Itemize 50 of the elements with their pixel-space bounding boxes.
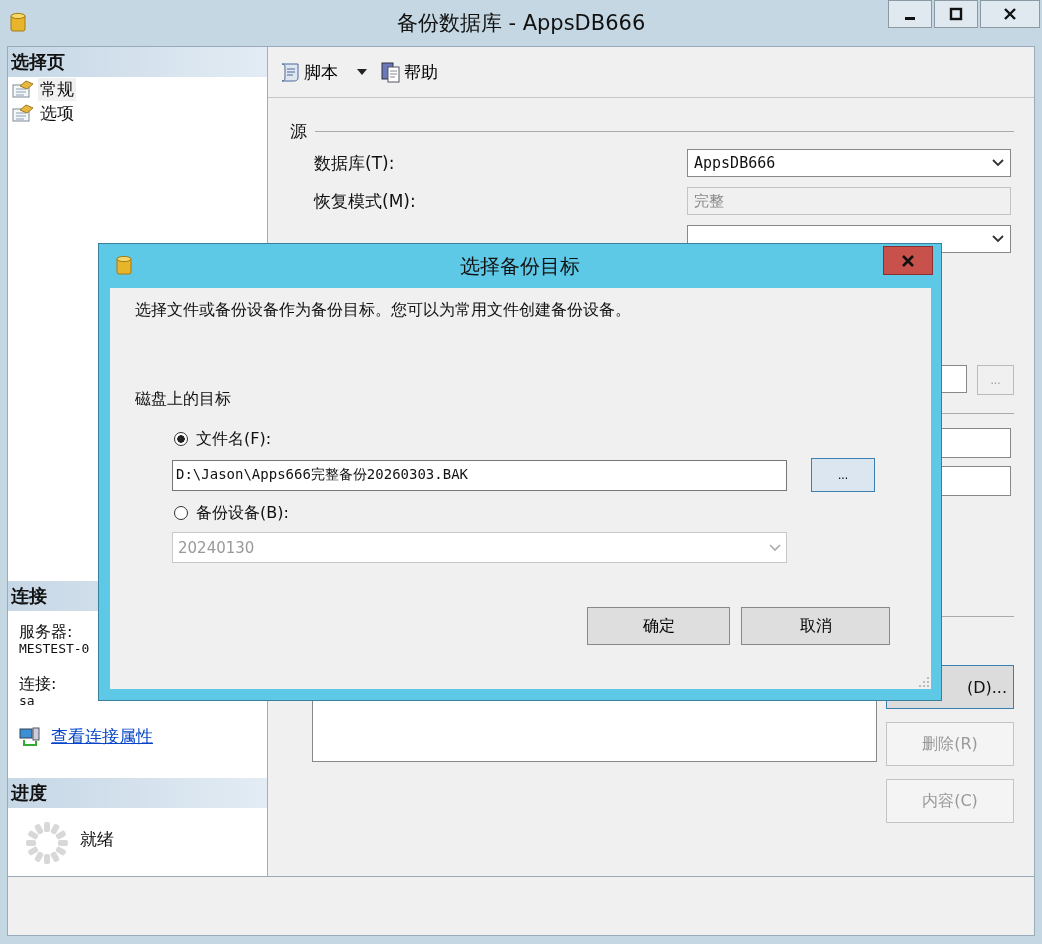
dropdown[interactable]: AppsDB666 xyxy=(687,149,1011,177)
chevron-icon xyxy=(992,159,1004,167)
close-button[interactable] xyxy=(980,0,1040,28)
spinner-icon xyxy=(24,820,70,866)
caret-icon[interactable] xyxy=(356,68,368,76)
field-label: 数据库(T): xyxy=(314,152,395,173)
page-icon xyxy=(12,80,34,98)
page-item[interactable]: 常规 xyxy=(38,77,76,101)
maximize-button[interactable] xyxy=(934,0,978,28)
minimize-icon xyxy=(905,16,915,20)
dialog-button[interactable]: 取消 xyxy=(741,607,890,645)
script-button[interactable]: 脚本 xyxy=(278,60,338,84)
radio-button[interactable] xyxy=(174,506,188,520)
user-name: sa xyxy=(19,693,36,709)
option-label: 文件名(F): xyxy=(196,428,272,450)
dialog-button[interactable]: 确定 xyxy=(587,607,730,645)
text-field[interactable] xyxy=(939,428,1011,458)
maximize-icon xyxy=(949,7,963,21)
field-label: 恢复模式(M): xyxy=(314,190,416,211)
chevron-icon xyxy=(769,543,781,552)
dialog-description: 选择文件或备份设备作为备份目标。您可以为常用文件创建备份设备。 xyxy=(135,300,632,321)
page-icon xyxy=(12,104,34,122)
window-title: 备份数据库 - AppsDB666 xyxy=(395,10,647,37)
chevron-icon xyxy=(992,235,1004,243)
database-icon xyxy=(116,255,132,277)
file-name-field[interactable]: D:\Jason\Apps666完整备份20260303.BAK xyxy=(172,459,787,491)
minimize-button[interactable] xyxy=(888,0,932,28)
text-field[interactable] xyxy=(939,466,1011,496)
progress-status: 就绪 xyxy=(80,828,114,851)
computer-icon xyxy=(19,725,41,748)
readonly-field: 完整 xyxy=(687,187,1011,215)
connection-properties-link[interactable]: 查看连接属性 xyxy=(51,725,153,748)
option-label: 备份设备(B): xyxy=(196,502,289,524)
connection-label: 连接: xyxy=(19,675,58,693)
server-name: MESTEST-0 xyxy=(19,641,91,657)
close-icon xyxy=(1003,7,1017,21)
help-button[interactable]: 帮助 xyxy=(380,60,438,84)
browse-button[interactable]: ... xyxy=(811,458,875,492)
section-label: 磁盘上的目标 xyxy=(135,389,232,410)
radio-button[interactable] xyxy=(174,432,188,446)
document-icon xyxy=(380,61,402,83)
section-header: 进度 xyxy=(8,778,267,808)
database-icon xyxy=(10,12,26,34)
server-label: 服务器: xyxy=(19,623,74,641)
close-icon xyxy=(902,254,914,267)
dialog-title: 选择备份目标 xyxy=(459,252,581,280)
group-title: 源 xyxy=(290,120,307,143)
resize-grip-icon xyxy=(919,677,929,687)
page-item[interactable]: 选项 xyxy=(38,101,76,125)
section-header: 选择页 xyxy=(8,47,267,77)
